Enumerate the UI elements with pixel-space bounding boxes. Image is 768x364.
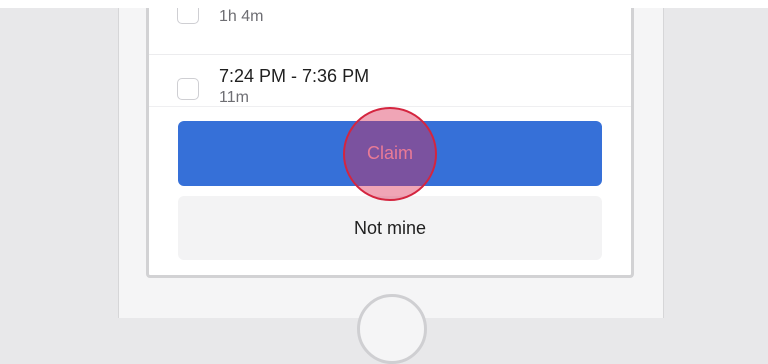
divider (149, 106, 631, 107)
not-mine-button[interactable]: Not mine (178, 196, 602, 260)
not-mine-button-label: Not mine (353, 218, 427, 238)
list-item[interactable]: 7:24 PM - 7:36 PM 11m (149, 55, 631, 106)
claim-button[interactable]: Claim (178, 121, 602, 186)
entry-time-range: 7:24 PM - 7:36 PM (219, 66, 370, 86)
entry-checkbox[interactable] (177, 8, 199, 24)
list-item[interactable]: 1h 4m (149, 8, 631, 55)
claim-button-label: Claim (366, 143, 413, 163)
time-entry-list: 1h 4m 7:24 PM - 7:36 PM 11m (149, 8, 631, 106)
entry-checkbox[interactable] (177, 78, 199, 100)
top-edge (0, 0, 768, 8)
entry-duration: 1h 4m (219, 8, 264, 25)
entry-duration: 11m (219, 89, 249, 106)
home-button[interactable] (357, 294, 427, 364)
